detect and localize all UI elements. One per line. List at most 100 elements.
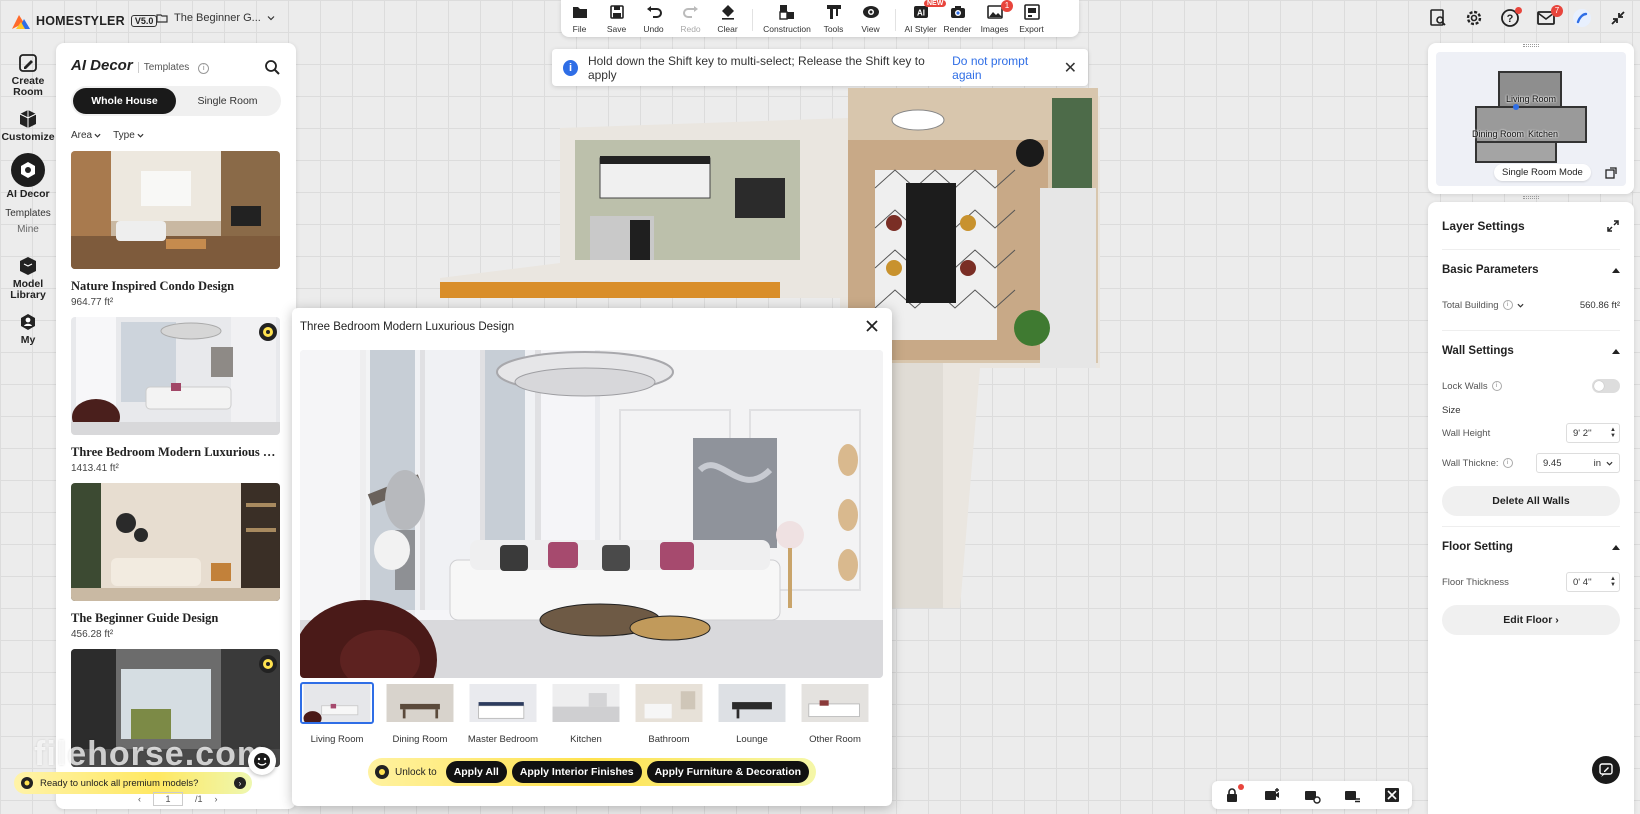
type-filter[interactable]: Type bbox=[113, 130, 144, 141]
premium-promo-banner[interactable]: Ready to unlock all premium models? › bbox=[14, 772, 252, 794]
template-thumbnail bbox=[71, 649, 280, 767]
info-icon[interactable]: i bbox=[1502, 458, 1513, 468]
floor-setting-toggle[interactable]: Floor Setting bbox=[1442, 527, 1620, 567]
camera-list-icon[interactable] bbox=[1343, 786, 1361, 804]
export-button[interactable]: Export bbox=[1013, 3, 1050, 34]
wall-thickness-input[interactable]: 9.45 in bbox=[1536, 453, 1620, 473]
room-thumb-dining[interactable]: Dining Room bbox=[383, 682, 457, 752]
view-button[interactable]: View bbox=[852, 3, 889, 34]
single-room-mode-button[interactable]: Single Room Mode bbox=[1494, 164, 1591, 181]
prev-page-icon[interactable]: ‹ bbox=[138, 794, 141, 804]
toolbar-divider bbox=[752, 9, 753, 31]
version-badge: V5.0 bbox=[130, 15, 158, 27]
minimap: Living Room Dining Room Kitchen Single R… bbox=[1428, 43, 1634, 194]
ai-styler-button[interactable]: AI NEW AI Styler bbox=[902, 0, 947, 34]
file-button[interactable]: File bbox=[561, 3, 598, 34]
apply-furniture-decoration-button[interactable]: Apply Furniture & Decoration bbox=[646, 761, 810, 783]
assistant-button[interactable] bbox=[248, 747, 276, 775]
room-thumb-master-bedroom[interactable]: Master Bedroom bbox=[466, 682, 540, 752]
messages-button[interactable]: 7 bbox=[1536, 5, 1563, 28]
wall-settings-toggle[interactable]: Wall Settings bbox=[1442, 331, 1620, 371]
info-icon[interactable]: i bbox=[1502, 300, 1513, 310]
cube-icon bbox=[19, 110, 37, 128]
room-thumb-lounge[interactable]: Lounge bbox=[715, 682, 789, 752]
tools-button[interactable]: Tools bbox=[815, 3, 852, 34]
user-avatar[interactable] bbox=[1572, 8, 1592, 28]
do-not-prompt-link[interactable]: Do not prompt again bbox=[952, 54, 1053, 82]
lock-walls-toggle[interactable] bbox=[1592, 379, 1620, 393]
rail-sub-mine[interactable]: Mine bbox=[17, 224, 39, 235]
apply-interior-finishes-button[interactable]: Apply Interior Finishes bbox=[511, 761, 642, 783]
templates-tab[interactable]: Templates bbox=[137, 62, 189, 73]
premium-crown-icon bbox=[375, 765, 389, 779]
project-selector[interactable]: The Beginner G... bbox=[156, 12, 275, 24]
search-icon[interactable] bbox=[264, 59, 280, 75]
lock-button[interactable] bbox=[1223, 784, 1244, 804]
floor-thickness-stepper[interactable]: 0' 4'' ▲ ▼ bbox=[1566, 572, 1620, 592]
rail-model-library[interactable]: Model Library bbox=[0, 249, 56, 305]
close-view-icon[interactable] bbox=[1383, 786, 1401, 804]
expand-icon[interactable] bbox=[1606, 219, 1620, 233]
popout-icon[interactable] bbox=[1604, 166, 1618, 180]
single-room-option[interactable]: Single Room bbox=[176, 88, 279, 114]
brand[interactable]: HOMESTYLER V5.0 bbox=[12, 10, 158, 32]
info-icon[interactable]: i bbox=[1491, 381, 1502, 391]
minimap-view[interactable]: Living Room Dining Room Kitchen Single R… bbox=[1436, 52, 1626, 186]
next-page-icon[interactable]: › bbox=[215, 794, 218, 804]
rail-sub-templates[interactable]: Templates bbox=[5, 208, 51, 219]
total-building-row: Total Building i 560.86 ft² bbox=[1442, 299, 1620, 311]
page-input[interactable]: 1 bbox=[153, 792, 183, 806]
close-icon[interactable]: ✕ bbox=[1064, 58, 1077, 78]
basic-parameters-toggle[interactable]: Basic Parameters bbox=[1442, 250, 1620, 290]
add-camera-icon[interactable] bbox=[1263, 786, 1281, 804]
rail-ai-decor[interactable]: AI Decor Templates Mine bbox=[0, 147, 56, 249]
undo-button[interactable]: Undo bbox=[635, 3, 672, 34]
drag-handle[interactable] bbox=[1523, 44, 1539, 47]
settings-button[interactable] bbox=[1464, 8, 1484, 28]
camera-settings-icon[interactable] bbox=[1303, 786, 1321, 804]
images-button[interactable]: 1 Images bbox=[976, 0, 1013, 34]
save-button[interactable]: Save bbox=[598, 3, 635, 34]
construction-button[interactable]: Construction bbox=[759, 3, 815, 34]
drag-handle[interactable] bbox=[1523, 196, 1539, 199]
clear-button[interactable]: Clear bbox=[709, 3, 746, 34]
chevron-down-icon[interactable] bbox=[1516, 302, 1524, 309]
area-filter[interactable]: Area bbox=[71, 130, 101, 141]
floor-lamp bbox=[1016, 139, 1044, 167]
room-thumb-bathroom[interactable]: Bathroom bbox=[632, 682, 706, 752]
template-thumbnail bbox=[71, 483, 280, 601]
template-card[interactable]: Nature Inspired Condo Design 964.77 ft² bbox=[71, 151, 281, 308]
notice-text: Hold down the Shift key to multi-select;… bbox=[587, 53, 925, 82]
help-button[interactable]: ? bbox=[1500, 7, 1522, 28]
room-thumb-other[interactable]: Other Room bbox=[798, 682, 872, 752]
stepper-arrows-icon[interactable]: ▲ ▼ bbox=[1610, 576, 1616, 588]
template-card[interactable]: The Beginner Guide Design 456.28 ft² bbox=[71, 483, 281, 640]
template-preview-modal: Three Bedroom Modern Luxurious Design Li… bbox=[292, 308, 892, 806]
info-icon[interactable]: i bbox=[198, 63, 210, 74]
template-title: Three Bedroom Modern Luxurious D... bbox=[71, 445, 281, 459]
edit-floor-button[interactable]: Edit Floor › bbox=[1442, 605, 1620, 635]
rail-customize[interactable]: Customize bbox=[0, 102, 56, 147]
room-thumb-living[interactable]: Living Room bbox=[300, 682, 374, 752]
svg-text:AI: AI bbox=[917, 9, 925, 18]
rail-my[interactable]: My bbox=[0, 305, 56, 350]
redo-button[interactable]: Redo bbox=[672, 3, 709, 34]
rail-create-room[interactable]: Create Room bbox=[0, 46, 56, 102]
plant bbox=[1014, 310, 1050, 346]
close-icon[interactable] bbox=[864, 318, 880, 334]
save-icon bbox=[609, 5, 624, 19]
delete-all-walls-button[interactable]: Delete All Walls bbox=[1442, 486, 1620, 516]
whole-house-option[interactable]: Whole House bbox=[73, 88, 176, 114]
unit-selector[interactable]: in bbox=[1594, 458, 1613, 469]
template-card[interactable]: Three Bedroom Modern Luxurious D... 1413… bbox=[71, 317, 281, 474]
search-model-button[interactable] bbox=[1428, 8, 1448, 28]
template-card[interactable] bbox=[71, 649, 281, 767]
room-thumb-kitchen[interactable]: Kitchen bbox=[549, 682, 623, 752]
fullscreen-button[interactable] bbox=[1608, 8, 1628, 28]
room-thumb-more[interactable]: M bbox=[881, 682, 883, 752]
apply-all-button[interactable]: Apply All bbox=[445, 761, 507, 783]
feedback-button[interactable] bbox=[1592, 756, 1620, 784]
render-button[interactable]: Render bbox=[939, 3, 976, 34]
wall-height-stepper[interactable]: 9' 2'' ▲ ▼ bbox=[1566, 423, 1620, 443]
stepper-arrows-icon[interactable]: ▲ ▼ bbox=[1610, 427, 1616, 439]
